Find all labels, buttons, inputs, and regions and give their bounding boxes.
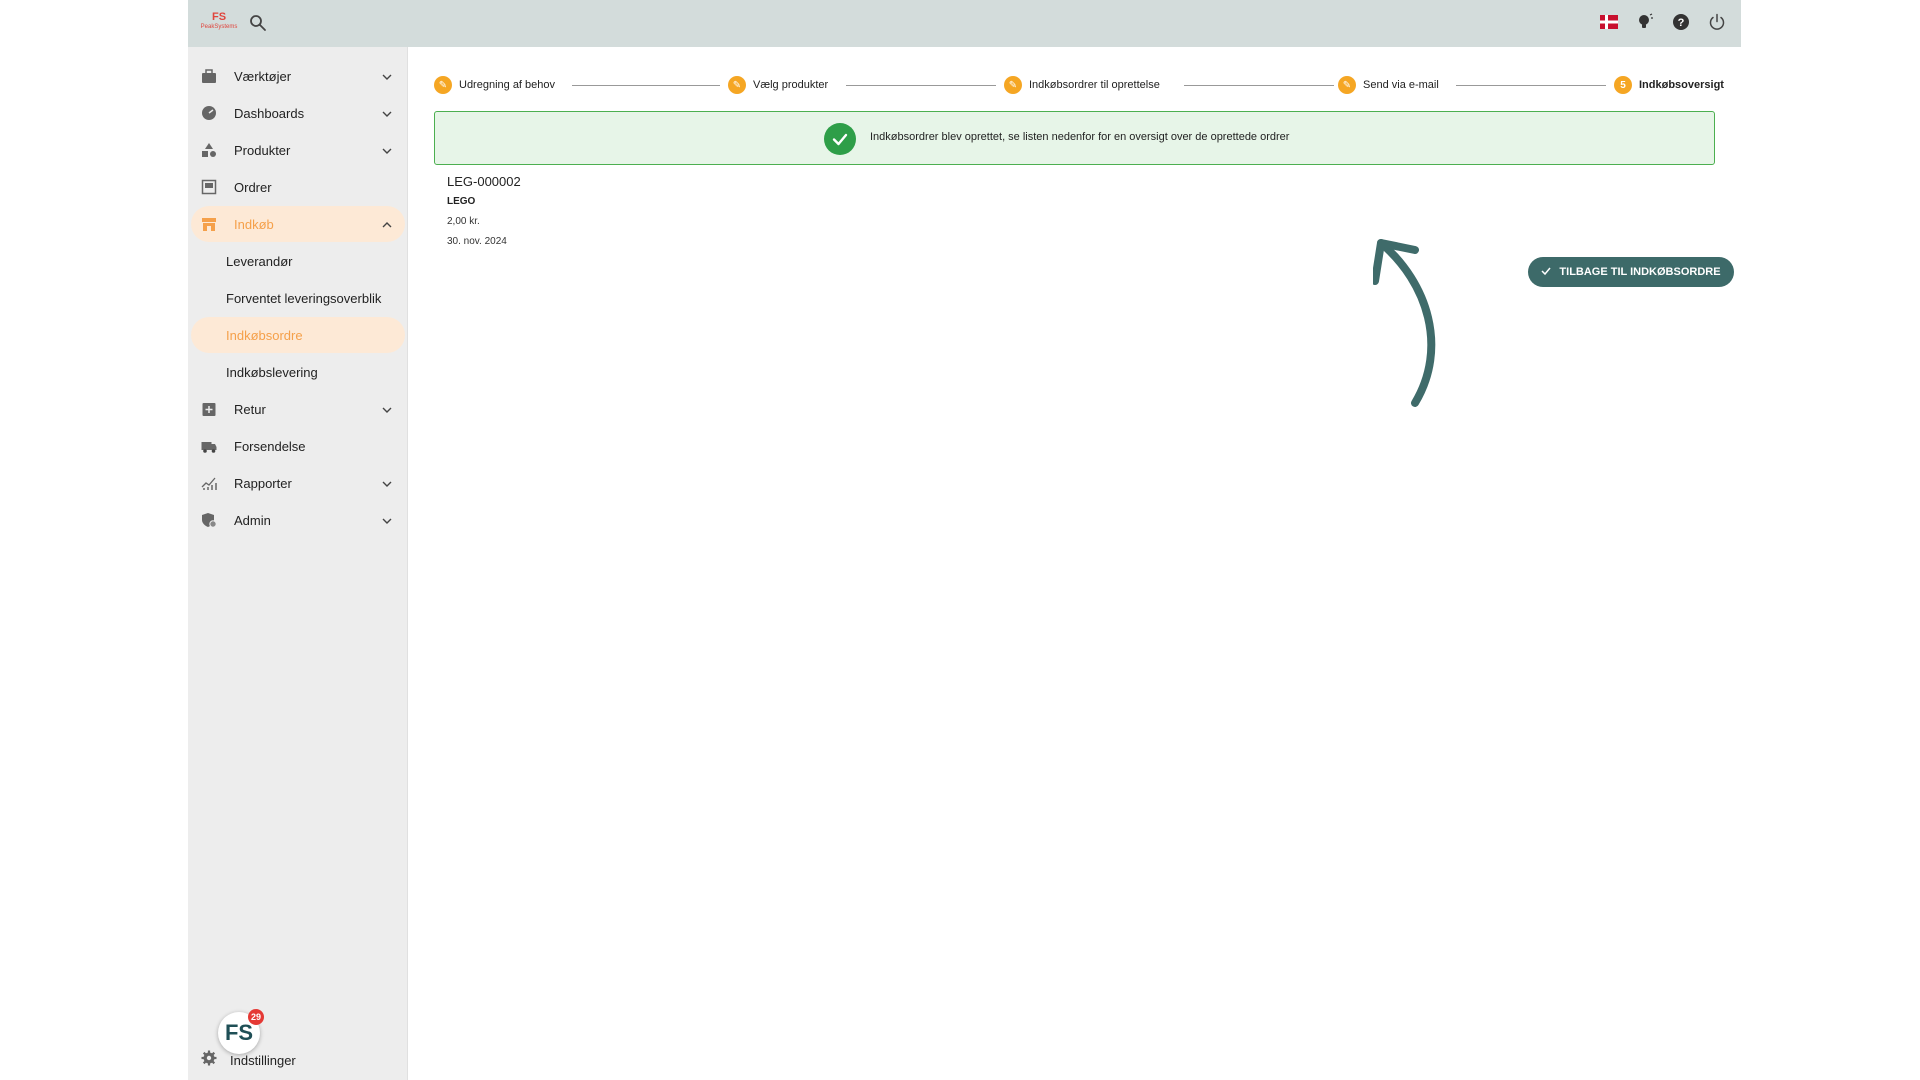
settings-label: Indstillinger xyxy=(230,1052,296,1068)
sidebar-item-ordrer[interactable]: Ordrer xyxy=(191,169,405,205)
inbox-icon xyxy=(201,179,217,195)
step-done-icon: ✎ xyxy=(728,76,746,94)
sidebar-subitem-leverandor[interactable]: Leverandør xyxy=(191,243,405,279)
sidebar-item-produkter[interactable]: Produkter xyxy=(191,132,405,168)
step-connector xyxy=(572,85,720,86)
app-logo[interactable]: FS PeakSystems xyxy=(198,12,240,34)
step-connector xyxy=(1184,85,1334,86)
sidebar-item-label: Dashboards xyxy=(234,105,305,121)
step-label: Udregning af behov xyxy=(459,79,556,91)
step-label: Indkøbsordrer til oprettelse xyxy=(1029,79,1160,91)
step-indkobsoversigt: 5 Indkøbsoversigt xyxy=(1614,74,1724,96)
sidebar-subitem-label: Indkøbsordre xyxy=(226,327,303,343)
step-connector xyxy=(846,85,996,86)
step-udregning-af-behov: ✎ Udregning af behov xyxy=(434,74,555,96)
sidebar-item-label: Indkøb xyxy=(234,216,274,232)
step-label: Send via e-mail xyxy=(1363,79,1439,91)
sidebar-item-indkob[interactable]: Indkøb xyxy=(191,206,405,242)
sidebar-item-retur[interactable]: Retur xyxy=(191,391,405,427)
check-icon xyxy=(1541,266,1551,279)
sidebar-subitem-label: Leverandør xyxy=(226,253,293,269)
sidebar-item-label: Værktøjer xyxy=(234,68,292,84)
help-chat-logo: FS xyxy=(224,1020,254,1045)
svg-text:?: ? xyxy=(1678,17,1685,29)
admin-shield-icon xyxy=(201,512,217,528)
truck-icon xyxy=(201,438,217,454)
settings-button[interactable]: Indstillinger xyxy=(201,1050,296,1070)
sidebar-item-forsendelse[interactable]: Forsendelse xyxy=(191,428,405,464)
alert-message: Indkøbsordrer blev oprettet, se listen n… xyxy=(870,131,1290,143)
sidebar-item-label: Retur xyxy=(234,401,266,417)
step-number-icon: 5 xyxy=(1614,76,1632,94)
sidebar-item-dashboards[interactable]: Dashboards xyxy=(191,95,405,131)
lightbulb-icon[interactable] xyxy=(1635,12,1655,32)
step-done-icon: ✎ xyxy=(1338,76,1356,94)
search-icon[interactable] xyxy=(248,13,268,33)
order-supplier: LEGO xyxy=(447,196,476,207)
order-date: 30. nov. 2024 xyxy=(447,236,507,247)
stepper: ✎ Udregning af behov ✎ Vælg produkter ✎ … xyxy=(434,74,1724,96)
sidebar-subitem-label: Indkøbslevering xyxy=(226,364,318,380)
gauge-icon xyxy=(201,105,217,121)
step-label: Indkøbsoversigt xyxy=(1639,79,1724,91)
notification-badge: 29 xyxy=(248,1009,264,1025)
sidebar-item-label: Rapporter xyxy=(234,475,292,491)
step-connector xyxy=(1456,85,1606,86)
power-icon[interactable] xyxy=(1707,12,1727,32)
chevron-down-icon xyxy=(381,403,393,415)
back-button-label: TILBAGE TIL INDKØBSORDRE xyxy=(1559,266,1721,278)
step-vaelg-produkter: ✎ Vælg produkter xyxy=(728,74,828,96)
gear-icon xyxy=(201,1050,217,1071)
logo-mark: FS xyxy=(211,11,227,23)
toolbox-icon xyxy=(201,68,217,84)
sidebar-subitem-indkobsordre[interactable]: Indkøbsordre xyxy=(191,317,405,353)
sidebar-subitem-label: Forventet leveringsoverblik xyxy=(226,290,382,306)
step-done-icon: ✎ xyxy=(1004,76,1022,94)
return-box-icon xyxy=(201,401,217,417)
back-to-purchase-orders-button[interactable]: TILBAGE TIL INDKØBSORDRE xyxy=(1528,257,1734,287)
chevron-down-icon xyxy=(381,514,393,526)
sidebar-item-rapporter[interactable]: Rapporter xyxy=(191,465,405,501)
main-content: ✎ Udregning af behov ✎ Vælg produkter ✎ … xyxy=(408,47,1741,1080)
order-summary: LEG-000002 LEGO 2,00 kr. 30. nov. 2024 xyxy=(447,173,521,250)
step-label: Vælg produkter xyxy=(753,79,829,91)
chart-icon xyxy=(201,475,217,491)
chevron-down-icon xyxy=(381,70,393,82)
sidebar: Værktøjer Dashboards Produkter Ordrer In… xyxy=(188,47,408,1080)
step-send-via-email: ✎ Send via e-mail xyxy=(1338,74,1439,96)
top-bar: FS PeakSystems ? xyxy=(188,0,1741,47)
app-window: FS PeakSystems ? Værktøjer Dashboards Pr… xyxy=(188,0,1741,1080)
sidebar-subitem-forventet-leveringsoverblik[interactable]: Forventet leveringsoverblik xyxy=(191,280,405,316)
sidebar-item-label: Forsendelse xyxy=(234,438,306,454)
sidebar-item-label: Ordrer xyxy=(234,179,272,195)
sidebar-item-label: Admin xyxy=(234,512,271,528)
order-id[interactable]: LEG-000002 xyxy=(447,173,521,191)
logo-name: PeakSystems xyxy=(200,24,238,30)
sidebar-item-vaerktojer[interactable]: Værktøjer xyxy=(191,58,405,94)
step-indkobsordrer-til-oprettelse: ✎ Indkøbsordrer til oprettelse xyxy=(1004,74,1160,96)
order-amount: 2,00 kr. xyxy=(447,216,480,227)
danish-flag-icon[interactable] xyxy=(1599,12,1619,32)
step-done-icon: ✎ xyxy=(434,76,452,94)
help-icon[interactable]: ? xyxy=(1671,12,1691,32)
tutorial-arrow-annotation xyxy=(1373,239,1436,407)
chevron-down-icon xyxy=(381,477,393,489)
chevron-down-icon xyxy=(381,107,393,119)
sidebar-item-label: Produkter xyxy=(234,142,291,158)
chevron-up-icon xyxy=(381,218,393,230)
shapes-icon xyxy=(201,142,217,158)
store-icon xyxy=(201,216,217,232)
sidebar-item-admin[interactable]: Admin xyxy=(191,502,405,538)
success-alert: Indkøbsordrer blev oprettet, se listen n… xyxy=(434,111,1715,165)
sidebar-subitem-indkobslevering[interactable]: Indkøbslevering xyxy=(191,354,405,390)
check-circle-icon xyxy=(824,123,856,155)
chevron-down-icon xyxy=(381,144,393,156)
